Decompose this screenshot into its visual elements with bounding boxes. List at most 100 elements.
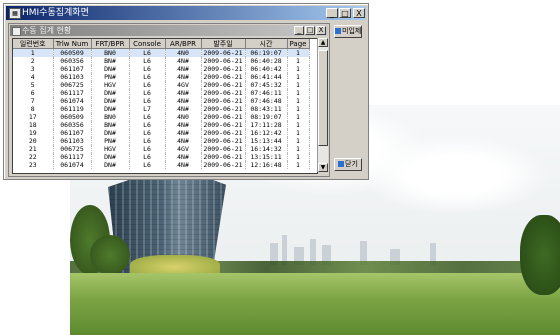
window-title: HMI수동집계화면 [22, 8, 89, 18]
table-row[interactable]: 8 061119 DN# L7 4N# 2009-06-21 08:43:11 1 [13, 105, 310, 113]
table-cell: L6 [129, 145, 166, 153]
table-cell: 2009-06-21 [201, 73, 246, 81]
table-cell: 06:40:28 [245, 57, 288, 65]
table-row[interactable]: 5 006725 HGV L6 4GV 2009-06-21 07:45:32 1 [13, 81, 310, 89]
print-button[interactable]: 미입제 [334, 25, 362, 38]
table-cell: 07:46:48 [245, 97, 288, 105]
table-cell: L6 [129, 153, 166, 161]
table-cell: L6 [129, 73, 166, 81]
table-cell: 22 [13, 153, 54, 161]
table-cell: 061107 [53, 65, 92, 73]
table-cell: 7 [13, 97, 54, 105]
table-cell: 16:12:42 [245, 129, 288, 137]
column-header[interactable]: Trlw Num [53, 39, 92, 49]
table-cell: 2009-06-21 [201, 113, 246, 121]
table-cell: L6 [129, 48, 166, 57]
table-cell: 07:46:11 [245, 89, 288, 97]
table-cell: DN# [91, 89, 130, 97]
table-cell: 15:13:44 [245, 137, 288, 145]
table-cell: PN# [91, 73, 130, 81]
table-cell: BN0 [91, 48, 130, 57]
table-cell: 2009-06-21 [201, 89, 246, 97]
table-row[interactable]: 22 061117 DN# L6 4N# 2009-06-21 13:15:11 1 [13, 153, 310, 161]
scroll-up-button[interactable]: ▲ [318, 38, 328, 47]
table-cell: 060356 [53, 57, 92, 65]
child-title-bar[interactable]: 수동 집계 현황 _ □ X [10, 25, 328, 36]
table-cell: 2009-06-21 [201, 81, 246, 89]
table-row[interactable]: 2 060356 BN# L6 4N# 2009-06-21 06:40:28 1 [13, 57, 310, 65]
table-cell: L7 [129, 105, 166, 113]
column-header[interactable]: AR/BPR [165, 39, 202, 49]
maximize-button[interactable]: □ [339, 8, 351, 18]
table-cell: DN# [91, 153, 130, 161]
table-cell: 4N# [165, 161, 202, 169]
table-cell: 1 [287, 57, 310, 65]
table-cell: 061103 [53, 73, 92, 81]
table-cell: 061119 [53, 105, 92, 113]
table-row[interactable]: 20 061103 PN# L6 4N# 2009-06-21 15:13:44 1 [13, 137, 310, 145]
table-cell: 4GV [165, 81, 202, 89]
child-close-button[interactable]: X [316, 26, 326, 35]
grid-header: 일련번호 Trlw Num FRT/BPR Console AR/BPR 발주일 시간 Pag… [13, 39, 310, 49]
table-row[interactable]: 7 061074 DN# L6 4N# 2009-06-21 07:46:48 1 [13, 97, 310, 105]
vertical-scrollbar[interactable]: ▲ ▼ [317, 38, 328, 172]
table-cell: L6 [129, 65, 166, 73]
table-row[interactable]: 19 061107 DN# L6 4N# 2009-06-21 16:12:42 1 [13, 129, 310, 137]
table-cell: L6 [129, 161, 166, 169]
column-header[interactable]: FRT/BPR [91, 39, 130, 49]
table-cell: 2 [13, 57, 54, 65]
table-cell: 061103 [53, 137, 92, 145]
exit-icon [338, 161, 345, 167]
title-bar[interactable]: ▦ HMI수동집계화면 _ □ X [6, 6, 366, 20]
table-cell: 2009-06-21 [201, 105, 246, 113]
close-button[interactable]: X [353, 8, 365, 18]
data-grid[interactable]: 일련번호 Trlw Num FRT/BPR Console AR/BPR 발주일 시간 Pag… [12, 38, 318, 174]
table-row[interactable]: 18 060356 BN# L6 4N# 2009-06-21 17:11:28 1 [13, 121, 310, 129]
table-row[interactable]: 3 061107 DN# L6 4N# 2009-06-21 06:40:42 1 [13, 65, 310, 73]
table-row[interactable]: 6 061117 DN# L6 4N# 2009-06-21 07:46:11 1 [13, 89, 310, 97]
column-header[interactable]: Page [287, 39, 310, 49]
table-cell: 21 [13, 145, 54, 153]
column-header[interactable]: 시간 [245, 39, 288, 49]
table-cell: 1 [13, 48, 54, 57]
scroll-thumb[interactable] [318, 50, 328, 146]
table-cell: BN# [91, 121, 130, 129]
table-cell: 060509 [53, 113, 92, 121]
table-row[interactable]: 4 061103 PN# L6 4N# 2009-06-21 06:41:44 1 [13, 73, 310, 81]
table-cell: L6 [129, 137, 166, 145]
table-row[interactable]: 21 006725 HGV L6 4GV 2009-06-21 16:14:32 1 [13, 145, 310, 153]
table-cell: 08:19:07 [245, 113, 288, 121]
close-form-button[interactable]: 닫기 [334, 158, 362, 171]
column-header[interactable]: Console [129, 39, 166, 49]
child-minimize-button[interactable]: _ [294, 26, 304, 35]
table-row[interactable]: 23 061074 DN# L6 4N# 2009-06-21 12:16:48 1 [13, 161, 310, 169]
table-cell: 3 [13, 65, 54, 73]
table-cell: 08:43:11 [245, 105, 288, 113]
table-cell: 2009-06-21 [201, 65, 246, 73]
table-cell: 2009-06-21 [201, 121, 246, 129]
table-row[interactable]: 17 060509 BN0 L6 4N0 2009-06-21 08:19:07 1 [13, 113, 310, 121]
table-row[interactable]: 1 060509 BN0 L6 4N0 2009-06-21 06:19:07 1 [13, 48, 310, 57]
table-cell: 23 [13, 161, 54, 169]
table-cell: 4N# [165, 73, 202, 81]
table-cell: 20 [13, 137, 54, 145]
table-cell: 1 [287, 89, 310, 97]
column-header[interactable]: 일련번호 [13, 39, 54, 49]
table-cell: 4N# [165, 137, 202, 145]
main-window: ▦ HMI수동집계화면 _ □ X 수동 집계 현황 _ □ X 일련번호 Trl… [3, 3, 369, 180]
table-cell: 1 [287, 105, 310, 113]
table-cell: 2009-06-21 [201, 57, 246, 65]
table-cell: 4 [13, 73, 54, 81]
column-header[interactable]: 발주일 [201, 39, 246, 49]
table-cell: HGV [91, 81, 130, 89]
child-maximize-button[interactable]: □ [305, 26, 315, 35]
table-cell: 17:11:28 [245, 121, 288, 129]
table-cell: L6 [129, 57, 166, 65]
scroll-down-button[interactable]: ▼ [318, 163, 328, 172]
minimize-button[interactable]: _ [326, 8, 338, 18]
table-cell: 12:16:48 [245, 161, 288, 169]
table-cell: 16:14:32 [245, 145, 288, 153]
table-cell: BN# [91, 57, 130, 65]
table-cell: 2009-06-21 [201, 153, 246, 161]
table-cell: 06:19:07 [245, 48, 288, 57]
